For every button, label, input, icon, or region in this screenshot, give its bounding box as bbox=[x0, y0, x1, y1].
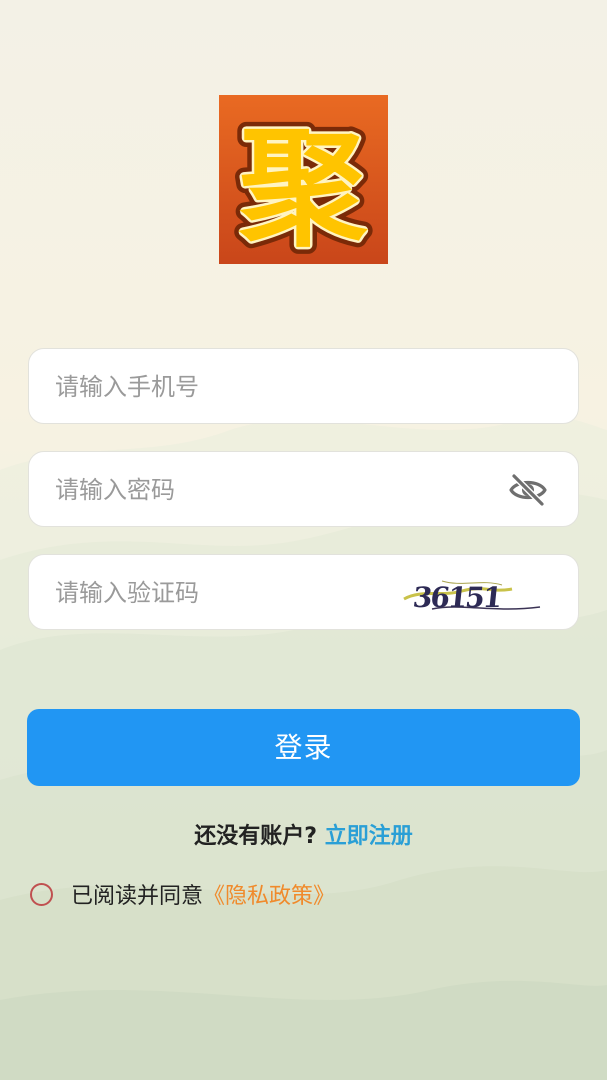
register-prompt: 还没有账户? bbox=[194, 824, 318, 849]
password-field[interactable] bbox=[28, 451, 579, 528]
phone-input[interactable] bbox=[53, 349, 477, 425]
eye-off-icon[interactable] bbox=[508, 473, 548, 507]
phone-field[interactable] bbox=[28, 348, 579, 425]
login-button[interactable]: 登录 bbox=[27, 709, 580, 786]
app-logo: 聚 聚 聚 bbox=[219, 95, 388, 264]
privacy-policy-link[interactable]: 《隐私政策》 bbox=[203, 878, 335, 910]
password-input[interactable] bbox=[53, 452, 477, 528]
register-prompt-line: 还没有账户? 立即注册 bbox=[0, 818, 607, 850]
agreement-text: 已阅读并同意 bbox=[71, 884, 204, 909]
captcha-text: 36151 bbox=[411, 581, 502, 614]
register-link[interactable]: 立即注册 bbox=[325, 824, 413, 849]
agreement-row: 已阅读并同意 《隐私政策》 bbox=[30, 878, 335, 910]
logo-character-fill: 聚 bbox=[238, 115, 368, 264]
captcha-field[interactable]: 36151 bbox=[28, 554, 579, 631]
agreement-radio[interactable] bbox=[30, 882, 53, 906]
captcha-image[interactable]: 36151 bbox=[402, 569, 542, 617]
